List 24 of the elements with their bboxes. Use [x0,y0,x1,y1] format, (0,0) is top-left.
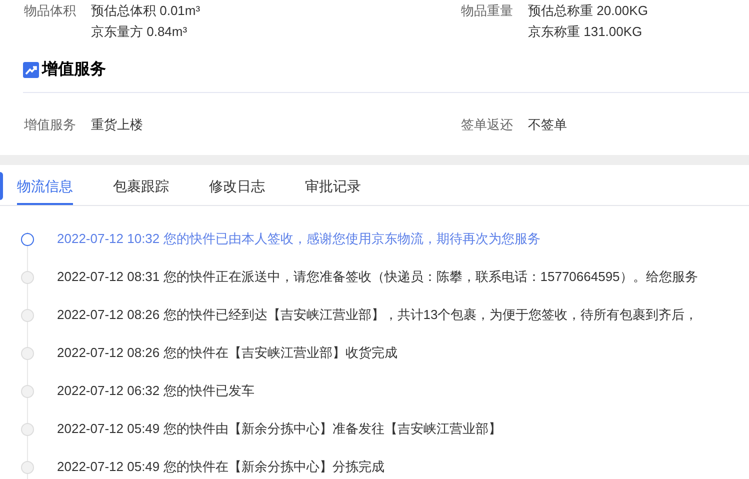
active-indicator [0,172,3,200]
tab[interactable]: 包裹跟踪 [113,165,169,205]
timeline-text: 2022-07-12 06:32 您的快件已发车 [57,382,254,400]
tab[interactable]: 物流信息 [17,165,73,205]
timeline-text: 2022-07-12 08:31 您的快件正在派送中，请您准备签收（快递员：陈攀，联系电话：15770664595）。给您服务 [57,268,698,286]
timeline-text: 2022-07-12 08:26 您的快件已经到达【吉安峡江营业部】，共计13个包裹，为便于您签收，待所有包裹到齐后， [57,306,698,324]
trend-chart-icon [23,62,39,78]
field-value: 重货上楼 [91,116,143,134]
tab[interactable]: 审批记录 [305,165,361,205]
field-value: 预估总体积 0.01m³ [91,2,200,20]
tab[interactable]: 修改日志 [209,165,265,205]
field-value: 京东量方 0.84m³ [91,23,188,41]
timeline-text: 2022-07-12 10:32 您的快件已由本人签收，感谢您使用京东物流，期待再次为您服务 [57,230,540,248]
timeline-text: 2022-07-12 08:26 您的快件在【吉安峡江营业部】收货完成 [57,344,398,362]
field-label: 物品体积 [24,2,77,20]
field-label: 增值服务 [24,116,77,134]
field-value: 京东称重 131.00KG [528,23,644,41]
field-label: 签单返还 [461,116,514,134]
field-value: 不签单 [528,116,567,134]
section-title: 增值服务 [42,60,106,80]
timeline-text: 2022-07-12 05:49 您的快件在【新余分拣中心】分拣完成 [57,458,384,476]
field-value: 预估总称重 20.00KG [528,2,648,20]
timeline-text: 2022-07-12 05:49 您的快件由【新余分拣中心】准备发往【吉安峡江营业部】 [57,420,502,438]
field-label: 物品重量 [461,2,514,20]
